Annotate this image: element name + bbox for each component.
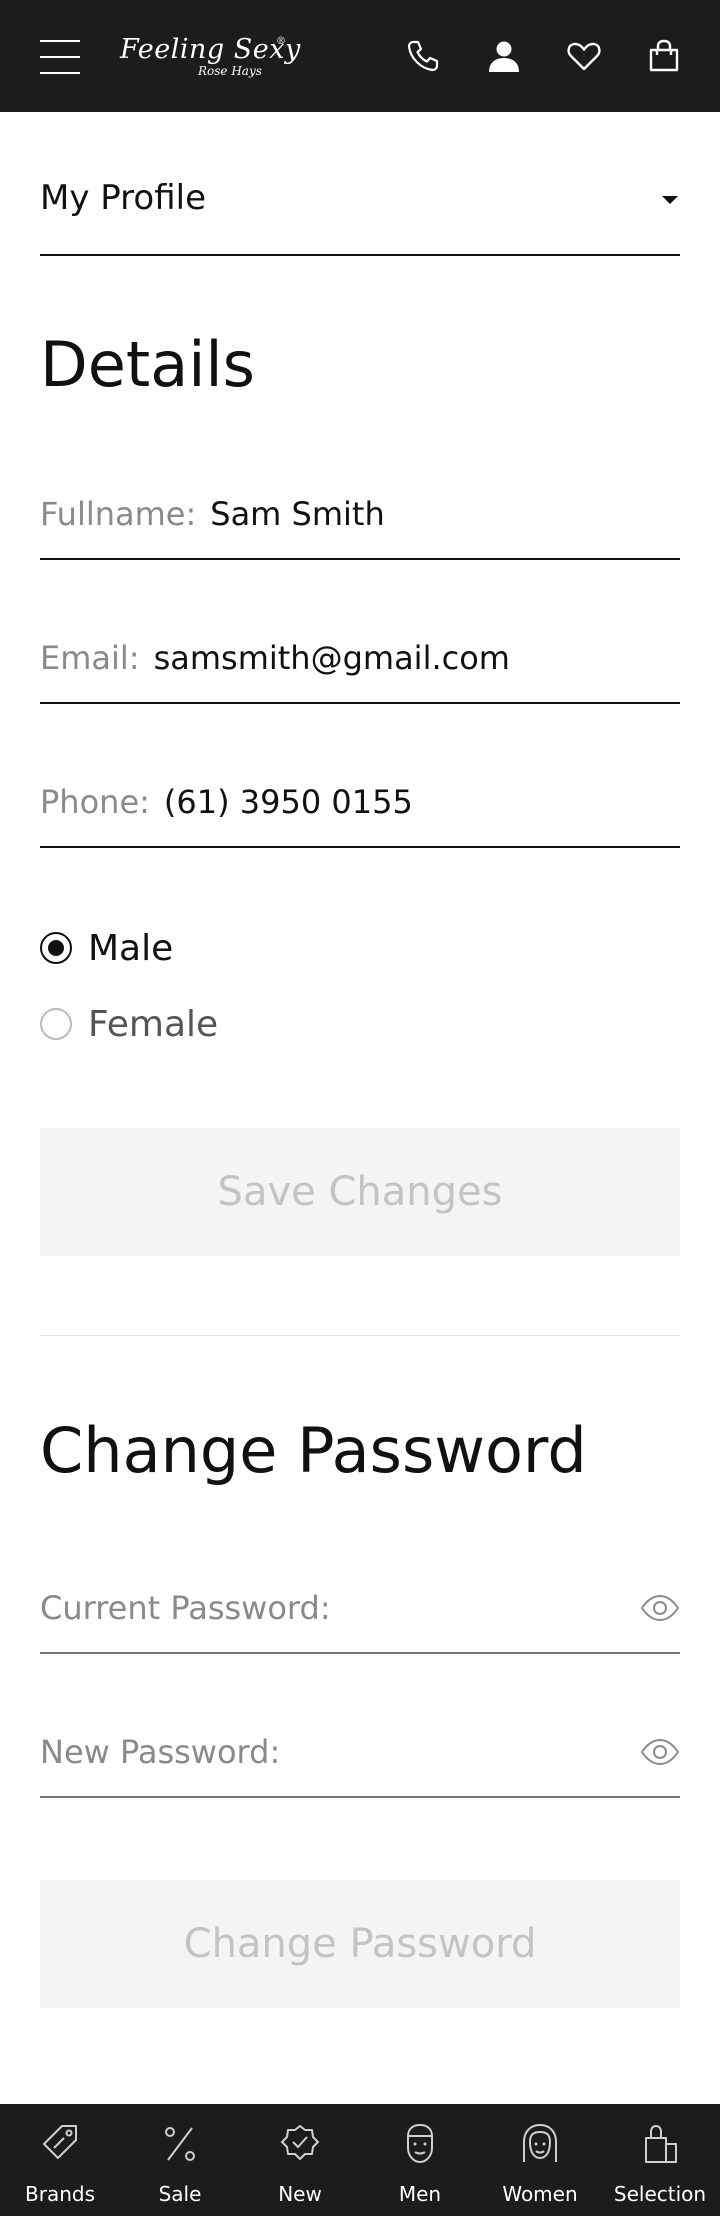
new-password-field[interactable]: New Password: bbox=[40, 1708, 680, 1798]
nav-item-selection[interactable]: Selection bbox=[600, 2104, 720, 2216]
nav-item-sale[interactable]: Sale bbox=[120, 2104, 240, 2216]
phone-field[interactable]: Phone: (61) 3950 0155 bbox=[40, 758, 680, 848]
email-field[interactable]: Email: samsmith@gmail.com bbox=[40, 614, 680, 704]
radio-unchecked-icon[interactable] bbox=[40, 1008, 72, 1040]
bag-icon[interactable] bbox=[646, 38, 682, 74]
logo-registered-mark: ® bbox=[276, 36, 286, 47]
nav-item-label: Women bbox=[502, 2182, 578, 2206]
gender-radio-male[interactable]: Male bbox=[40, 926, 173, 970]
brand-logo[interactable]: Feeling Sexy Rose Hays ® bbox=[118, 30, 300, 86]
top-header: Feeling Sexy Rose Hays ® bbox=[0, 0, 720, 112]
nav-item-label: Selection bbox=[613, 2182, 707, 2206]
gender-option-label: Female bbox=[88, 1003, 219, 1045]
profile-menu-selected: My Profile bbox=[40, 178, 206, 218]
change-password-title: Change Password bbox=[40, 1414, 587, 1487]
eye-icon[interactable] bbox=[640, 1734, 680, 1770]
user-icon[interactable] bbox=[486, 38, 522, 74]
caret-down-icon bbox=[662, 196, 678, 204]
phone-value[interactable]: (61) 3950 0155 bbox=[164, 783, 413, 821]
phone-icon[interactable] bbox=[405, 38, 441, 74]
nav-item-brands[interactable]: Brands bbox=[0, 2104, 120, 2216]
email-value[interactable]: samsmith@gmail.com bbox=[154, 639, 510, 677]
nav-item-label: Men bbox=[398, 2182, 442, 2206]
logo-sub-text: Rose Hays bbox=[198, 64, 262, 78]
fullname-field[interactable]: Fullname: Sam Smith bbox=[40, 470, 680, 560]
nav-item-women[interactable]: Women bbox=[480, 2104, 600, 2216]
change-password-button[interactable]: Change Password bbox=[40, 1880, 680, 2008]
nav-item-label: Brands bbox=[25, 2182, 95, 2206]
percent-icon bbox=[165, 2127, 195, 2161]
gender-option-label: Male bbox=[88, 927, 174, 969]
fullname-value[interactable]: Sam Smith bbox=[210, 495, 384, 533]
current-password-field[interactable]: Current Password: bbox=[40, 1564, 680, 1654]
new-password-label: New Password: bbox=[40, 1733, 281, 1771]
eye-icon[interactable] bbox=[640, 1590, 680, 1626]
nav-item-label: New bbox=[278, 2182, 322, 2206]
nav-item-new[interactable]: New bbox=[240, 2104, 360, 2216]
shopping-bags-icon bbox=[645, 2124, 677, 2163]
fullname-label: Fullname: bbox=[40, 495, 197, 533]
man-face-icon bbox=[407, 2123, 433, 2164]
menu-icon[interactable] bbox=[40, 40, 80, 76]
email-label: Email: bbox=[40, 639, 140, 677]
phone-label: Phone: bbox=[40, 783, 150, 821]
profile-menu-dropdown[interactable]: My Profile bbox=[40, 160, 680, 256]
tag-icon bbox=[43, 2125, 77, 2159]
heart-icon[interactable] bbox=[566, 38, 602, 74]
nav-item-label: Sale bbox=[158, 2182, 202, 2206]
bottom-navigation: Brands Sale New Men Women Selection bbox=[0, 2104, 720, 2216]
details-title: Details bbox=[40, 328, 255, 401]
nav-item-men[interactable]: Men bbox=[360, 2104, 480, 2216]
save-changes-button[interactable]: Save Changes bbox=[40, 1128, 680, 1256]
gender-radio-female[interactable]: Female bbox=[40, 1002, 218, 1046]
woman-face-icon bbox=[523, 2123, 557, 2162]
badge-check-icon bbox=[281, 2125, 319, 2160]
radio-checked-icon[interactable] bbox=[40, 932, 72, 964]
logo-main-text: Feeling Sexy bbox=[120, 34, 301, 65]
section-divider bbox=[40, 1335, 680, 1336]
current-password-label: Current Password: bbox=[40, 1589, 331, 1627]
